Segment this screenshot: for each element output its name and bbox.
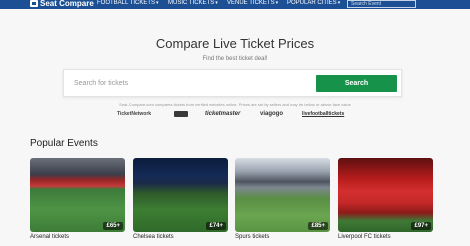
event-card-spurs[interactable]: £85+ Spurs tickets [235,158,330,240]
partner-logo-ticketnetwork: TicketNetwork [117,111,152,117]
price-badge: £97+ [411,222,431,230]
price-badge: £74+ [206,222,226,230]
price-badge: £85+ [308,222,328,230]
event-card-label[interactable]: Chelsea tickets [133,234,174,240]
stadium-image: £74+ [133,158,228,232]
nav-football-tickets[interactable]: FOOTBALL TICKETS▾ [97,0,159,9]
top-navbar: Seat Compare FOOTBALL TICKETS▾ MUSIC TIC… [0,0,470,9]
stadium-image: £97+ [338,158,433,232]
stadium-image: £85+ [235,158,330,232]
event-card-label[interactable]: Spurs tickets [235,234,269,240]
ticket-icon [30,0,38,7]
popular-events-heading: Popular Events [30,138,98,149]
event-card-label[interactable]: Arsenal tickets [30,234,69,240]
search-panel: Search for tickets Search [63,69,402,97]
nav-popular-cities[interactable]: POPULAR CITIES▾ [287,0,340,9]
chevron-down-icon: ▾ [156,0,159,6]
search-button[interactable]: Search [316,75,397,92]
disclaimer-text: Seat-Compare.com compares tickets from v… [119,102,351,107]
event-card-arsenal[interactable]: £65+ Arsenal tickets [30,158,125,240]
event-card-chelsea[interactable]: £74+ Chelsea tickets [133,158,228,240]
price-badge: £65+ [103,222,123,230]
stadium-image: £65+ [30,158,125,232]
event-card-label[interactable]: Liverpool FC tickets [338,234,391,240]
nav-item-label: POPULAR CITIES [287,0,337,6]
partner-logo-livefootballtickets: livefootballtickets [302,111,345,117]
nav-item-label: MUSIC TICKETS [168,0,215,6]
partner-logos: TicketNetwork ticketmaster viagogo livef… [117,110,352,120]
nav-music-tickets[interactable]: MUSIC TICKETS▾ [168,0,218,9]
chevron-down-icon: ▾ [275,0,279,6]
nav-item-label: FOOTBALL TICKETS [97,0,156,6]
nav-venue-tickets[interactable]: VENUE TICKETS▾ [227,0,278,9]
logo[interactable]: Seat Compare [30,0,94,8]
chevron-down-icon: ▾ [215,0,218,6]
partner-logo-viagogo: viagogo [260,111,284,117]
nav-search-input[interactable]: Search Event [347,0,416,8]
hero-title: Compare Live Ticket Prices [155,36,315,51]
event-card-liverpool[interactable]: £97+ Liverpool FC tickets [338,158,433,240]
logo-text: Seat Compare [40,0,94,8]
partner-logo-stubhub [174,111,188,117]
chevron-down-icon: ▾ [337,0,341,6]
partner-logo-ticketmaster: ticketmaster [205,111,241,117]
nav-item-label: VENUE TICKETS [227,0,275,6]
hero-subtitle: Find the best ticket deal! [202,56,268,62]
ticket-search-input[interactable]: Search for tickets [74,76,304,92]
